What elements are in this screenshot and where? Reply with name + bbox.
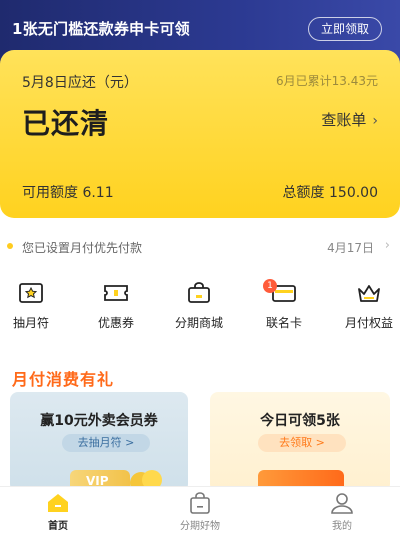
total-credit: 总额度 150.00 — [283, 182, 378, 202]
tab-label: 分期好物 — [180, 521, 220, 532]
bag-icon — [190, 492, 210, 514]
chevron-right-icon: › — [372, 113, 378, 129]
go-claim-button[interactable]: 去领取 > — [258, 434, 346, 452]
claim-now-button[interactable]: 立即领取 — [307, 17, 382, 41]
home-icon — [48, 494, 68, 512]
go-lottery-button[interactable]: 去抽月符 > — [62, 434, 150, 452]
daily-coupon-card[interactable]: 今日可领5张 去领取 > — [210, 392, 390, 492]
shortcut-cobrand-card[interactable]: 1 联名卡 — [249, 279, 319, 331]
lottery-icon — [19, 283, 43, 303]
total-credit-label: 总额度 — [282, 185, 325, 201]
notice-date: 4月17日 — [327, 241, 374, 255]
available-credit-label: 可用额度 — [22, 185, 78, 201]
tab-label: 首页 — [48, 521, 68, 532]
shortcut-row: 抽月符 优惠券 分期商城 1 联名卡 月付权益 — [0, 279, 400, 336]
ticket-icon — [104, 285, 128, 301]
tab-profile[interactable]: 我的 — [302, 491, 382, 532]
shortcut-label: 月付权益 — [344, 316, 393, 330]
crown-icon — [358, 285, 380, 302]
shortcut-lottery[interactable]: 抽月符 — [0, 282, 66, 331]
tab-installment-goods[interactable]: 分期好物 — [160, 491, 240, 532]
repayment-status: 已还清 — [22, 107, 110, 140]
lottery-promo-card[interactable]: 赢10元外卖会员券 去抽月符 > VIP — [10, 392, 188, 492]
shortcut-benefits[interactable]: 月付权益 — [334, 282, 400, 331]
tab-label: 我的 — [332, 521, 352, 532]
available-credit-value: 6.11 — [82, 185, 114, 201]
promo-card-title: 今日可领5张 — [260, 413, 340, 429]
bottom-tab-bar: 首页 分期好物 我的 — [0, 486, 400, 533]
payment-priority-notice[interactable]: 您已设置月付优先付款 4月17日 › — [0, 234, 400, 260]
available-credit: 可用额度 6.11 — [22, 182, 114, 202]
view-bill-link[interactable]: 查账单 › — [321, 109, 378, 130]
shortcut-label: 抽月符 — [12, 316, 49, 330]
tab-home[interactable]: 首页 — [18, 491, 98, 532]
section-title: 月付消费有礼 — [12, 370, 115, 389]
promo-card-title: 赢10元外卖会员券 — [40, 413, 158, 429]
shopping-bag-icon — [188, 282, 210, 303]
bill-card: 5月8日应还（元） 6月已累计13.43元 已还清 查账单 › 可用额度 6.11… — [0, 50, 400, 218]
shortcut-label: 优惠券 — [97, 316, 134, 330]
promo-text: 1张无门槛还款券申卡可领 — [12, 20, 190, 38]
shortcut-coupons[interactable]: 优惠券 — [81, 282, 151, 331]
cumulative-amount: 6月已累计13.43元 — [276, 74, 378, 88]
notice-dot-icon — [7, 243, 13, 249]
notice-text: 您已设置月付优先付款 — [22, 241, 143, 255]
total-credit-value: 150.00 — [329, 185, 378, 201]
profile-icon — [331, 493, 353, 514]
chevron-right-icon: › — [384, 238, 390, 253]
shortcut-label: 联名卡 — [265, 316, 302, 330]
shortcut-label: 分期商城 — [174, 316, 223, 330]
notification-badge: 1 — [263, 279, 277, 293]
shortcut-installment-mall[interactable]: 分期商城 — [164, 282, 234, 331]
view-bill-label: 查账单 — [321, 111, 367, 129]
due-date-label: 5月8日应还（元） — [22, 75, 138, 91]
